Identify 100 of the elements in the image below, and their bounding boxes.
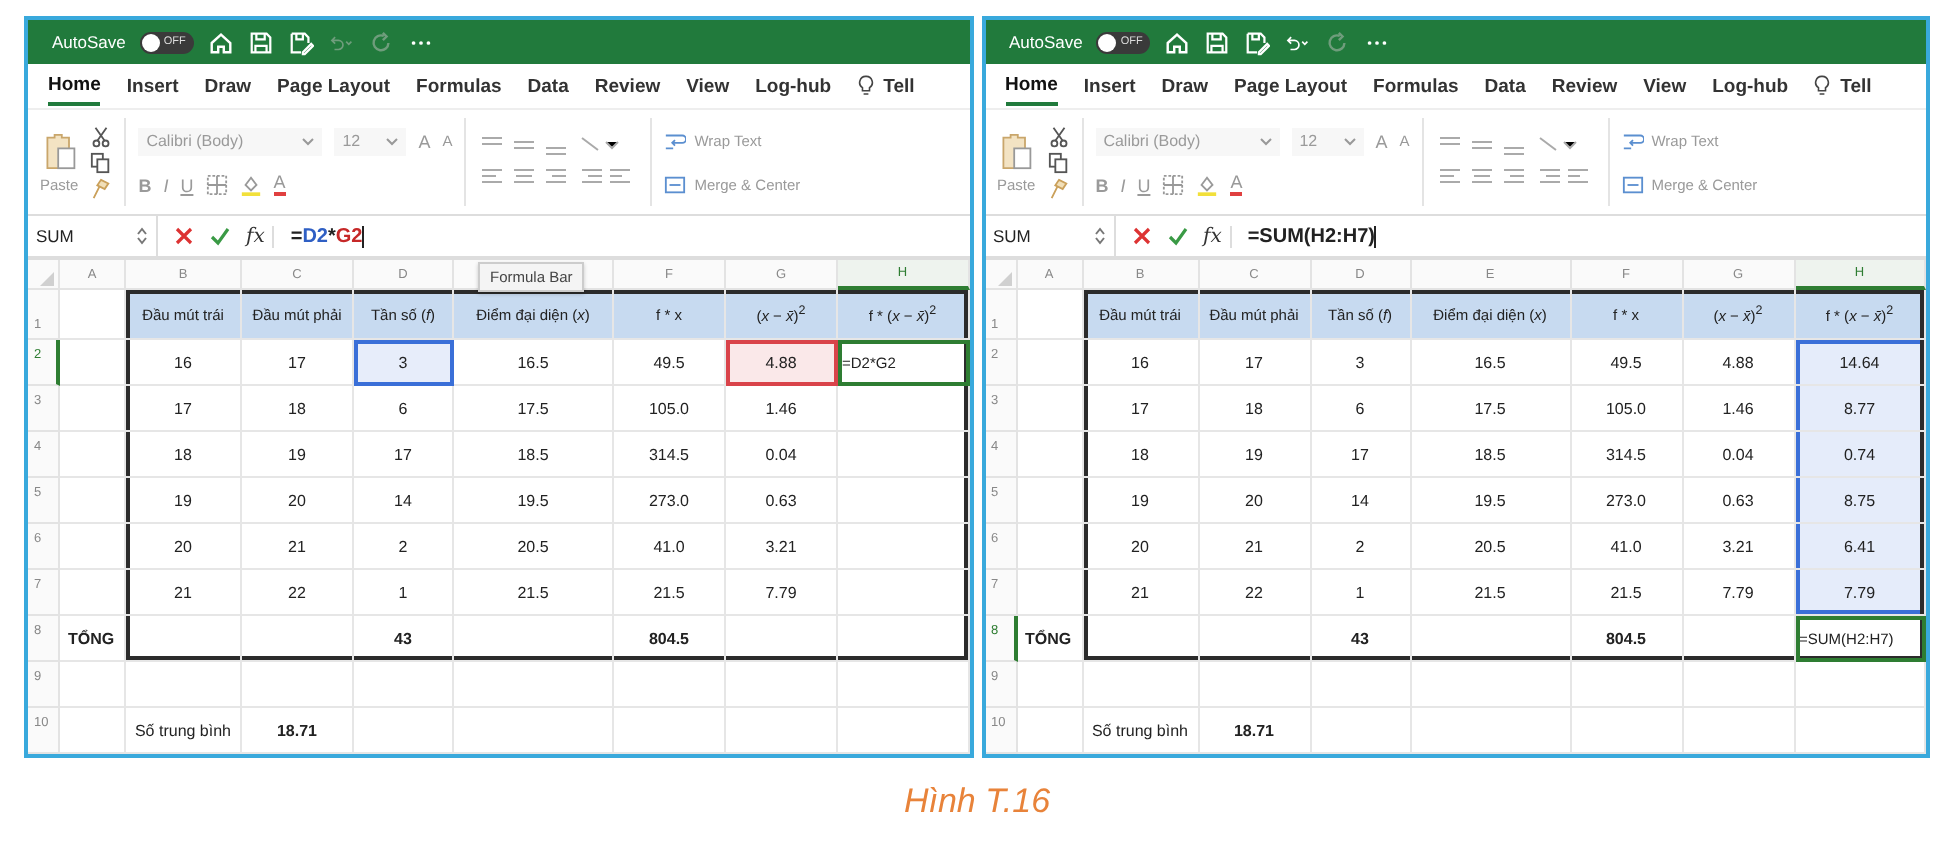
font-style-button[interactable]: B: [1095, 175, 1109, 196]
table-cell: 21: [242, 524, 354, 570]
table-cell: 20: [242, 478, 354, 524]
formula-field[interactable]: =D2*G2: [290, 225, 365, 247]
table-cell: [726, 662, 838, 708]
font-size-field[interactable]: 12: [334, 127, 407, 156]
ribbon-tab[interactable]: Formulas: [416, 69, 502, 103]
table-cell: 21: [1083, 570, 1199, 616]
table-cell: 20: [1083, 524, 1199, 570]
formula-field[interactable]: =SUM(H2:H7): [1247, 225, 1377, 247]
ribbon-tab[interactable]: Review: [594, 69, 661, 103]
ribbon-tab[interactable]: Data: [527, 69, 569, 103]
table-cell: 18: [1199, 386, 1311, 432]
table-cell: 21: [126, 570, 242, 616]
table-cell: [614, 708, 726, 754]
font-size-field[interactable]: 12: [1291, 127, 1364, 156]
table-cell: [242, 662, 354, 708]
ribbon-tab[interactable]: Data: [1484, 69, 1526, 103]
font-style-button[interactable]: U: [180, 175, 194, 196]
clipboard-icon[interactable]: [998, 131, 1035, 171]
check-icon[interactable]: [210, 226, 230, 246]
cancel-icon[interactable]: [1131, 226, 1151, 246]
font-style-button[interactable]: I: [163, 175, 169, 196]
insert-function-button[interactable]: fx: [246, 225, 275, 247]
ribbon-tab[interactable]: Page Layout: [1234, 69, 1348, 103]
borders-icon[interactable]: [1162, 174, 1185, 197]
table-cell: 22: [1199, 570, 1311, 616]
table-cell: 19: [1083, 478, 1199, 524]
table-cell: 7.79: [726, 570, 838, 616]
table-cell: 3: [354, 340, 454, 386]
ribbon-tab[interactable]: View: [686, 69, 730, 103]
grow-font-button[interactable]: A: [418, 131, 431, 152]
table-cell: 14: [354, 478, 454, 524]
ribbon-tab[interactable]: Formulas: [1373, 69, 1459, 103]
check-icon[interactable]: [1167, 226, 1187, 246]
grow-font-button[interactable]: A: [1375, 131, 1388, 152]
select-all-corner[interactable]: [985, 260, 1017, 290]
ribbon-tab[interactable]: Draw: [204, 69, 252, 103]
save-icon[interactable]: [247, 29, 274, 55]
ribbon-tab[interactable]: Draw: [1161, 69, 1209, 103]
table-cell: 16: [1083, 340, 1199, 386]
table-cell: [60, 340, 126, 386]
ribbon-tab[interactable]: Review: [1551, 69, 1618, 103]
ribbon-tab[interactable]: Insert: [1083, 69, 1136, 103]
home-icon[interactable]: [207, 29, 234, 55]
table-cell: 14.64: [1795, 340, 1926, 386]
font-style-button[interactable]: I: [1120, 175, 1126, 196]
table-cell: TỔNG: [1017, 616, 1083, 662]
table-cell: 20.5: [454, 524, 614, 570]
font-style-button[interactable]: U: [1137, 175, 1151, 196]
ribbon-tab[interactable]: Home: [48, 67, 101, 105]
table-cell: 21.5: [1411, 570, 1571, 616]
table-cell: 0.63: [1683, 478, 1795, 524]
copy-icon[interactable]: [90, 151, 113, 173]
autosave-label: AutoSave: [52, 32, 126, 52]
home-icon[interactable]: [1164, 29, 1191, 55]
lightbulb-icon[interactable]: [857, 74, 874, 98]
table-cell: 7.79: [1795, 570, 1926, 616]
table-cell: 20.5: [1411, 524, 1571, 570]
font-color-button[interactable]: A: [273, 174, 286, 197]
borders-icon[interactable]: [205, 174, 228, 197]
stepper-icon: [1093, 226, 1105, 246]
table-cell: [1795, 708, 1926, 754]
ribbon-tab[interactable]: Log-hub: [755, 69, 832, 103]
lightbulb-icon[interactable]: [1814, 74, 1831, 98]
ribbon-tab[interactable]: Home: [1005, 67, 1058, 105]
table-cell: 16: [126, 340, 242, 386]
cancel-icon[interactable]: [174, 226, 194, 246]
copy-icon[interactable]: [1047, 151, 1070, 173]
table-cell: 18: [242, 386, 354, 432]
font-style-button[interactable]: B: [138, 175, 152, 196]
wrap-text-icon: [664, 129, 687, 151]
font-name-field[interactable]: Calibri (Body): [138, 127, 323, 156]
name-box[interactable]: SUM: [993, 216, 1115, 256]
table-cell: [838, 386, 969, 432]
insert-function-button[interactable]: fx: [1203, 225, 1232, 247]
save-edit-icon[interactable]: [1244, 29, 1271, 55]
font-name-field[interactable]: Calibri (Body): [1095, 127, 1280, 156]
font-color-button[interactable]: A: [1230, 174, 1243, 197]
table-cell: 0.04: [726, 432, 838, 478]
clipboard-icon[interactable]: [41, 131, 78, 171]
scissors-icon[interactable]: [90, 125, 113, 147]
ribbon-tab[interactable]: Page Layout: [277, 69, 391, 103]
autosave-label: AutoSave: [1009, 32, 1083, 52]
table-cell: [614, 662, 726, 708]
fill-color-icon[interactable]: [1196, 174, 1219, 197]
ribbon-tab[interactable]: Insert: [126, 69, 179, 103]
ribbon-tab[interactable]: Log-hub: [1712, 69, 1789, 103]
ribbon-tab[interactable]: View: [1643, 69, 1687, 103]
name-box[interactable]: SUM: [36, 216, 158, 256]
save-icon[interactable]: [1204, 29, 1231, 55]
table-cell: [60, 708, 126, 754]
tell-me-label[interactable]: Tell: [1840, 69, 1872, 103]
tell-me-label[interactable]: Tell: [883, 69, 915, 103]
table-cell: 21: [1199, 524, 1311, 570]
scissors-icon[interactable]: [1047, 125, 1070, 147]
save-edit-icon[interactable]: [287, 29, 314, 55]
table-cell: [1683, 616, 1795, 662]
table-cell: 17.5: [1411, 386, 1571, 432]
fill-color-icon[interactable]: [239, 174, 262, 197]
